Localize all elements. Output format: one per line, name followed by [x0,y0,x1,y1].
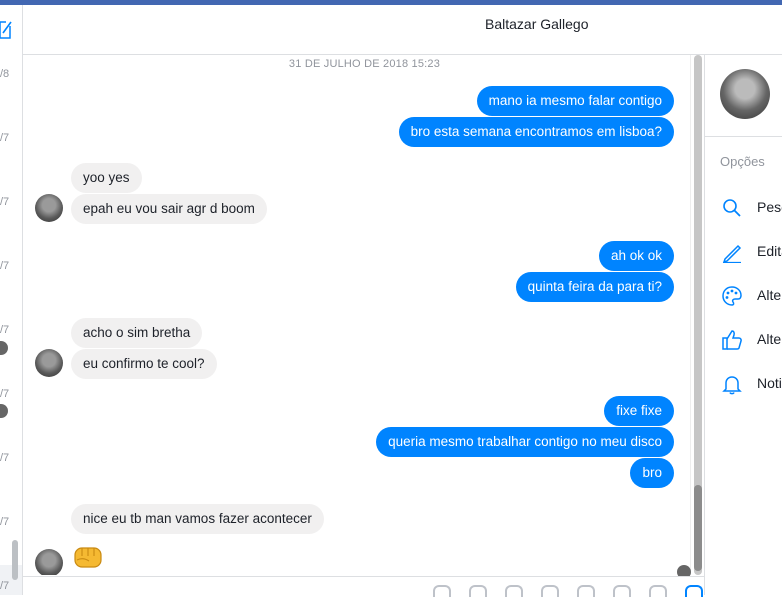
conversation-date: /7 [0,196,10,208]
option-label: Pesc [757,199,782,215]
fist-bump-emoji[interactable] [73,544,103,570]
option-label: Alte [757,287,782,303]
conversation-date: /7 [0,580,10,592]
attachment-icon[interactable] [577,585,595,597]
conversation-details-panel: E Opções Pesc Edita Alte Alte [704,55,782,595]
conversation-date: /7 [0,388,10,400]
message-input[interactable] [33,579,417,597]
image-icon[interactable] [505,585,523,597]
pencil-icon [722,244,742,263]
date-separator: 31 DE JULHO DE 2018 15:23 [288,58,441,70]
incoming-message[interactable]: epah eu vou sair agr d boom [71,194,267,224]
contact-avatar[interactable] [35,349,63,377]
option-edit-nicknames[interactable]: Edita [705,236,782,266]
bell-icon [722,376,742,395]
conversation-date: /8 [0,68,10,80]
outgoing-message[interactable]: bro esta semana encontramos em lisboa? [398,117,674,147]
conversation-list-scrollbar[interactable] [12,540,18,580]
search-icon [723,199,741,217]
option-search[interactable]: Pesc [705,192,782,222]
emoji-icon[interactable] [541,585,559,597]
message-composer [23,576,704,597]
contact-name-title[interactable]: Baltazar Gallego [485,16,589,32]
like-icon[interactable] [685,585,703,597]
chat-header: Baltazar Gallego [23,5,782,55]
outgoing-message[interactable]: quinta feira da para ti? [515,272,674,302]
incoming-message[interactable]: nice eu tb man vamos fazer acontecer [71,504,324,534]
camera-icon[interactable] [613,585,631,597]
outgoing-message[interactable]: fixe fixe [604,396,674,426]
conversation-list[interactable]: /8 /7 /7 /7 /7 /7 /7 /7 /7 [0,5,23,595]
contact-profile-avatar[interactable] [720,69,770,119]
option-change-color[interactable]: Alte [705,280,782,310]
option-label: Noti [757,375,782,391]
game-icon[interactable] [649,585,667,597]
incoming-message[interactable]: acho o sim bretha [71,318,203,348]
conversation-avatar [0,341,8,355]
conversation-date: /7 [0,516,10,528]
outgoing-message[interactable]: bro [630,458,674,488]
outgoing-message[interactable]: queria mesmo trabalhar contigo no meu di… [376,427,674,457]
thumbs-up-icon [722,330,742,350]
conversation-date: /7 [0,452,10,464]
palette-icon [722,286,742,306]
outgoing-message[interactable]: ah ok ok [598,241,674,271]
option-label: Alte [757,331,782,347]
contact-avatar[interactable] [35,549,63,575]
conversation-date: /7 [0,324,10,336]
incoming-message[interactable]: yoo yes [71,163,142,193]
option-change-emoji[interactable]: Alte [705,324,782,354]
sticker-icon[interactable] [433,585,451,597]
message-thread: 31 DE JULHO DE 2018 15:23 mano ia mesmo … [23,55,688,575]
contact-avatar[interactable] [35,194,63,222]
gif-icon[interactable] [469,585,487,597]
option-notifications[interactable]: Noti [705,368,782,398]
thread-scrollbar[interactable] [690,55,705,575]
conversation-avatar [0,404,8,418]
scroll-thumb[interactable] [694,485,702,571]
conversation-date: /7 [0,132,10,144]
options-heading: Opções [720,154,765,169]
compose-icon[interactable] [0,18,12,40]
conversation-date: /7 [0,260,10,272]
divider [705,136,782,137]
outgoing-message[interactable]: mano ia mesmo falar contigo [476,86,674,116]
incoming-message[interactable]: eu confirmo te cool? [71,349,217,379]
option-label: Edita [757,243,782,259]
